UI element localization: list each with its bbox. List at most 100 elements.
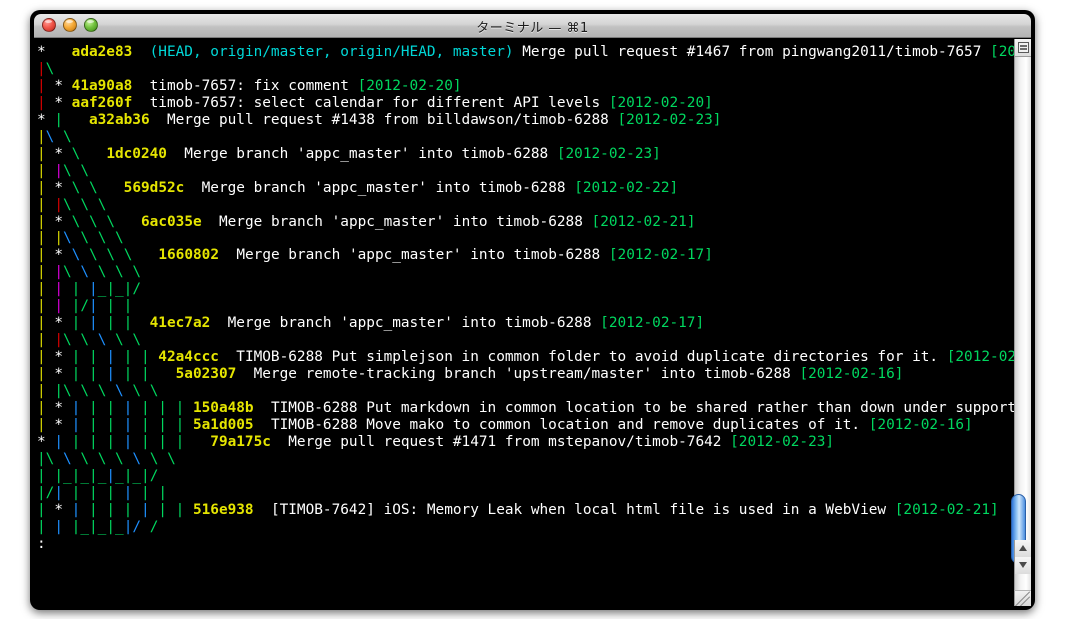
terminal-span xyxy=(89,197,98,213)
terminal-span: [2012-02-20] xyxy=(357,77,462,94)
terminal-span: : xyxy=(37,535,46,552)
terminal-span: 41ec7a2 xyxy=(140,315,228,332)
terminal-span: | xyxy=(54,518,72,535)
terminal-span: | xyxy=(54,467,63,484)
terminal-span xyxy=(106,264,115,280)
terminal-span: 1660802 xyxy=(132,247,237,264)
title-bar[interactable]: ターミナル — ⌘1 xyxy=(34,14,1031,38)
terminal-span: | xyxy=(37,77,55,94)
terminal-span xyxy=(106,332,115,348)
terminal-span: | xyxy=(37,298,55,315)
terminal-span: | xyxy=(37,213,55,230)
terminal-span: | xyxy=(140,366,159,383)
terminal-line: | * aaf260f timob-7657: select calendar … xyxy=(37,95,1014,112)
terminal-span: | xyxy=(54,484,72,501)
terminal-span: [2012-02-2 xyxy=(990,44,1014,60)
terminal-span: | xyxy=(37,332,55,349)
resize-grip[interactable] xyxy=(1014,590,1031,606)
terminal-line: | * | | | | 41ec7a2 Merge branch 'appc_m… xyxy=(37,315,1014,332)
terminal-span: | xyxy=(175,400,193,417)
terminal-span: \ xyxy=(115,383,124,400)
terminal-span: | xyxy=(89,467,98,484)
terminal-span: | xyxy=(123,349,141,366)
terminal-span: / xyxy=(149,467,159,484)
triangle-down-icon xyxy=(1019,562,1027,568)
terminal-line: | |\ \ \ \ \ \ xyxy=(37,383,1014,400)
terminal-span: | xyxy=(88,400,107,417)
terminal-span: | xyxy=(89,484,107,501)
terminal-span xyxy=(158,451,167,467)
scrollbar-top-icon[interactable] xyxy=(1014,39,1031,57)
terminal-span: Merge branch 'appc_master' into timob-62… xyxy=(236,247,609,264)
terminal-span: \ xyxy=(63,450,72,467)
terminal-span: \ xyxy=(132,264,142,281)
terminal-span: \ xyxy=(80,450,90,467)
terminal-span: 516e938 xyxy=(192,501,271,518)
terminal-span: | xyxy=(37,179,55,196)
terminal-line: | * | | | | | | | 150a48b TIMOB-6288 Put… xyxy=(37,400,1014,417)
terminal-line: | | |/| | | xyxy=(37,298,1014,315)
terminal-span: | xyxy=(37,128,46,145)
terminal-output-area[interactable]: * ada2e83 (HEAD, origin/master, origin/H… xyxy=(34,39,1014,606)
terminal-span: \ xyxy=(115,450,124,467)
terminal-span: | xyxy=(37,264,55,281)
vertical-scrollbar[interactable] xyxy=(1011,39,1031,606)
terminal-span: TIMOB-6288 Put markdown in common locati… xyxy=(270,400,1014,417)
terminal-span: \ xyxy=(132,383,142,400)
terminal-span: | xyxy=(158,400,176,417)
terminal-span: | xyxy=(54,196,63,213)
terminal-line: | * | | | | | | | 5a1d005 TIMOB-6288 Mov… xyxy=(37,417,1014,434)
terminal-span: _ xyxy=(115,467,124,484)
terminal-span: \ xyxy=(63,332,72,349)
terminal-span: \ xyxy=(132,332,142,349)
terminal-span: | xyxy=(88,366,107,383)
terminal-span xyxy=(106,383,115,399)
terminal-span: | xyxy=(37,400,55,417)
terminal-span: * xyxy=(54,400,72,417)
terminal-span: * xyxy=(54,315,72,332)
terminal-span: [2012-02-17] xyxy=(600,315,705,332)
terminal-span: * xyxy=(54,349,72,366)
terminal-span: 1dc0240 xyxy=(80,145,185,162)
terminal-span: | xyxy=(37,366,55,383)
terminal-span: | xyxy=(37,501,55,518)
terminal-span: * xyxy=(54,145,72,162)
terminal-line: |\ \ \ \ \ \ \ \ xyxy=(37,451,1014,468)
terminal-span: | xyxy=(158,484,167,501)
terminal-span: (HEAD, origin/master, origin/HEAD, maste… xyxy=(149,44,514,60)
terminal-span: \ xyxy=(80,332,90,349)
terminal-span: \ xyxy=(89,179,98,196)
terminal-span: _ xyxy=(132,467,142,484)
terminal-span xyxy=(106,451,115,467)
terminal-span: | xyxy=(54,332,63,349)
terminal-span: | xyxy=(37,315,55,332)
terminal-span: _ xyxy=(115,518,124,535)
scroll-up-button[interactable] xyxy=(1014,540,1031,557)
terminal-span: | xyxy=(37,467,55,484)
terminal-window: ターミナル — ⌘1 * ada2e83 (HEAD, origin/maste… xyxy=(30,10,1035,610)
scroll-down-button[interactable] xyxy=(1014,557,1031,574)
terminal-span: | xyxy=(106,433,124,450)
terminal-span: | xyxy=(123,484,141,501)
terminal-span: * xyxy=(54,179,72,196)
terminal-span: [2012-02-21] xyxy=(894,501,999,518)
terminal-span: | xyxy=(123,315,141,332)
terminal-span: | xyxy=(175,501,193,518)
terminal-span: * xyxy=(37,433,55,450)
terminal-span: 569d52c xyxy=(97,179,202,196)
terminal-span: [2012-02-23] xyxy=(556,145,661,162)
terminal-span xyxy=(115,247,124,263)
terminal-span: | xyxy=(37,518,55,535)
terminal-span: | xyxy=(37,94,55,111)
terminal-span: [2012-02-23] xyxy=(730,433,835,450)
terminal-span: \ xyxy=(80,162,90,179)
terminal-span: | xyxy=(106,467,116,484)
terminal-span: _ xyxy=(80,467,90,484)
terminal-span xyxy=(80,214,89,230)
terminal-span: \ xyxy=(80,264,90,281)
terminal-span: [2012-02-22] xyxy=(574,179,679,196)
terminal-span: Merge branch 'appc_master' into timob-62… xyxy=(184,145,557,162)
terminal-span: 150a48b xyxy=(192,400,271,417)
terminal-line: |\ \ xyxy=(37,129,1014,146)
terminal-span: \ xyxy=(80,196,90,213)
